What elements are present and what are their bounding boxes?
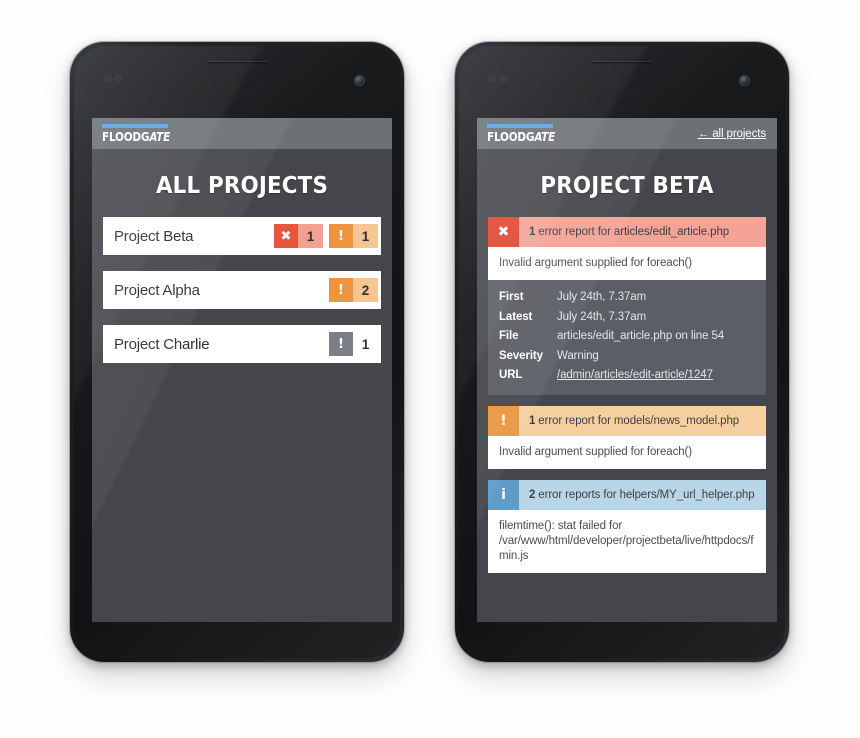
- report-header-text: 2 error reports for helpers/MY_url_helpe…: [519, 479, 766, 510]
- report-header[interactable]: ! 1 error report for models/news_model.p…: [488, 405, 766, 436]
- floodgate-logo[interactable]: FLOODGATE: [102, 124, 175, 143]
- badge-error[interactable]: ✖ 1: [274, 224, 323, 248]
- report-message: filemtime(): stat failed for /var/www/ht…: [488, 509, 766, 573]
- detail-row-first: First July 24th, 7.37am: [499, 288, 755, 308]
- report-header-label: error report for articles/edit_article.p…: [538, 226, 730, 238]
- project-list-item-charlie[interactable]: Project Charlie ! 1: [103, 325, 381, 363]
- warning-bang-icon: !: [329, 278, 353, 302]
- phone-screen-right: FLOODGATE ← all projects PROJECT BETA ✖: [477, 118, 777, 622]
- report-header[interactable]: i 2 error reports for helpers/MY_url_hel…: [488, 479, 766, 510]
- floodgate-logo[interactable]: FLOODGATE: [487, 124, 560, 143]
- earpiece-speaker-icon: [206, 61, 268, 65]
- detail-key: URL: [499, 369, 523, 381]
- detail-row-file: File articles/edit_article.php on line 5…: [499, 327, 755, 347]
- report-header-text: 1 error report for articles/edit_article…: [519, 217, 766, 247]
- screenshot-stage: FLOODGATE ALL PROJECTS Project Beta ✖ 1 …: [0, 0, 860, 738]
- detail-value: July 24th, 7.37am: [557, 310, 647, 323]
- error-report-card-my-url-helper[interactable]: i 2 error reports for helpers/MY_url_hel…: [488, 479, 766, 573]
- logo-wordmark-part-a: FLOODG: [102, 129, 150, 144]
- phone-device-right: FLOODGATE ← all projects PROJECT BETA ✖: [455, 42, 789, 662]
- report-count: 1: [529, 226, 536, 238]
- logo-wordmark: FLOODGATE: [487, 130, 555, 143]
- warning-bang-icon: !: [329, 332, 353, 356]
- detail-value: Warning: [557, 349, 599, 362]
- report-message-line-3: min.js: [499, 549, 529, 562]
- detail-key: File: [499, 330, 519, 342]
- warning-bang-icon: !: [329, 224, 353, 248]
- badge-count: 1: [353, 332, 378, 356]
- app-body-left: ALL PROJECTS Project Beta ✖ 1 ! 1 Projec…: [92, 149, 392, 622]
- phone-bezel-left: FLOODGATE ALL PROJECTS Project Beta ✖ 1 …: [74, 46, 400, 658]
- report-header-text: 1 error report for models/news_model.php: [519, 405, 766, 436]
- app-bar-left: FLOODGATE: [92, 118, 392, 149]
- badge-warning[interactable]: ! 1: [329, 224, 378, 248]
- detail-row-severity: Severity Warning: [499, 347, 755, 367]
- report-detail-table: First July 24th, 7.37am Latest July 24th…: [488, 280, 766, 395]
- report-header[interactable]: ✖ 1 error report for articles/edit_artic…: [488, 217, 766, 247]
- report-message: Invalid argument supplied for foreach(): [488, 435, 766, 469]
- detail-value-url-link[interactable]: /admin/articles/edit-article/1247: [557, 366, 713, 386]
- report-count: 1: [529, 414, 536, 427]
- report-count: 2: [529, 488, 536, 501]
- logo-wordmark-part-b: ATE: [149, 129, 171, 144]
- project-list-item-beta[interactable]: Project Beta ✖ 1 ! 1: [103, 217, 381, 255]
- logo-wordmark-part-a: FLOODG: [487, 129, 535, 144]
- logo-accent-bar: [102, 124, 168, 128]
- error-x-icon: ✖: [274, 224, 298, 248]
- front-camera-icon: [355, 76, 364, 85]
- app-bar-right: FLOODGATE ← all projects: [477, 118, 777, 149]
- phone-bezel-right: FLOODGATE ← all projects PROJECT BETA ✖: [459, 46, 785, 658]
- project-name: Project Beta: [114, 227, 194, 245]
- error-report-card-news-model[interactable]: ! 1 error report for models/news_model.p…: [488, 405, 766, 469]
- project-name: Project Charlie: [114, 335, 210, 353]
- warning-bang-icon: !: [488, 405, 519, 436]
- back-to-all-projects-link[interactable]: ← all projects: [698, 128, 766, 140]
- detail-key: Severity: [499, 349, 543, 362]
- app-body-right: PROJECT BETA ✖ 1 error report for articl…: [477, 149, 777, 622]
- front-camera-icon: [740, 76, 749, 85]
- detail-row-latest: Latest July 24th, 7.37am: [499, 308, 755, 328]
- phone-screen-left: FLOODGATE ALL PROJECTS Project Beta ✖ 1 …: [92, 118, 392, 622]
- report-message-line-1: filemtime(): stat failed for: [499, 519, 623, 532]
- logo-wordmark: FLOODGATE: [102, 130, 170, 143]
- detail-row-url: URL /admin/articles/edit-article/1247: [499, 366, 755, 386]
- project-list: Project Beta ✖ 1 ! 1 Project Alpha ! 2 P…: [92, 217, 392, 363]
- proximity-sensor-icon: [104, 75, 126, 82]
- project-list-item-alpha[interactable]: Project Alpha ! 2: [103, 271, 381, 309]
- report-header-label: error reports for helpers/MY_url_helper.…: [538, 488, 755, 501]
- page-title-all-projects: ALL PROJECTS: [155, 173, 329, 199]
- earpiece-speaker-icon: [591, 61, 653, 65]
- logo-wordmark-part-b: ATE: [534, 129, 556, 144]
- detail-key: Latest: [499, 310, 533, 323]
- report-header-label: error report for models/news_model.php: [538, 414, 740, 427]
- error-report-card-edit-article[interactable]: ✖ 1 error report for articles/edit_artic…: [488, 217, 766, 395]
- badge-count: 1: [353, 224, 378, 248]
- page-title-project-beta: PROJECT BETA: [540, 173, 714, 199]
- badge-warning[interactable]: ! 2: [329, 278, 378, 302]
- project-name: Project Alpha: [114, 281, 200, 299]
- detail-value: July 24th, 7.37am: [557, 291, 647, 303]
- badge-muted[interactable]: ! 1: [329, 332, 378, 356]
- detail-key: First: [499, 291, 524, 303]
- badge-count: 2: [353, 278, 378, 302]
- detail-value: articles/edit_article.php on line 54: [557, 330, 725, 342]
- error-x-icon: ✖: [488, 217, 519, 247]
- report-message: Invalid argument supplied for foreach(): [488, 247, 766, 280]
- project-badges: ! 1: [329, 332, 378, 356]
- info-i-icon: i: [488, 479, 519, 510]
- project-badges: ! 2: [329, 278, 378, 302]
- badge-count: 1: [298, 224, 323, 248]
- error-report-list: ✖ 1 error report for articles/edit_artic…: [477, 217, 777, 573]
- report-message-line-2: /var/www/html/developer/projectbeta/live…: [499, 534, 754, 547]
- phone-device-left: FLOODGATE ALL PROJECTS Project Beta ✖ 1 …: [70, 42, 404, 662]
- proximity-sensor-icon: [489, 75, 511, 82]
- logo-accent-bar: [487, 124, 553, 128]
- project-badges: ✖ 1 ! 1: [274, 224, 378, 248]
